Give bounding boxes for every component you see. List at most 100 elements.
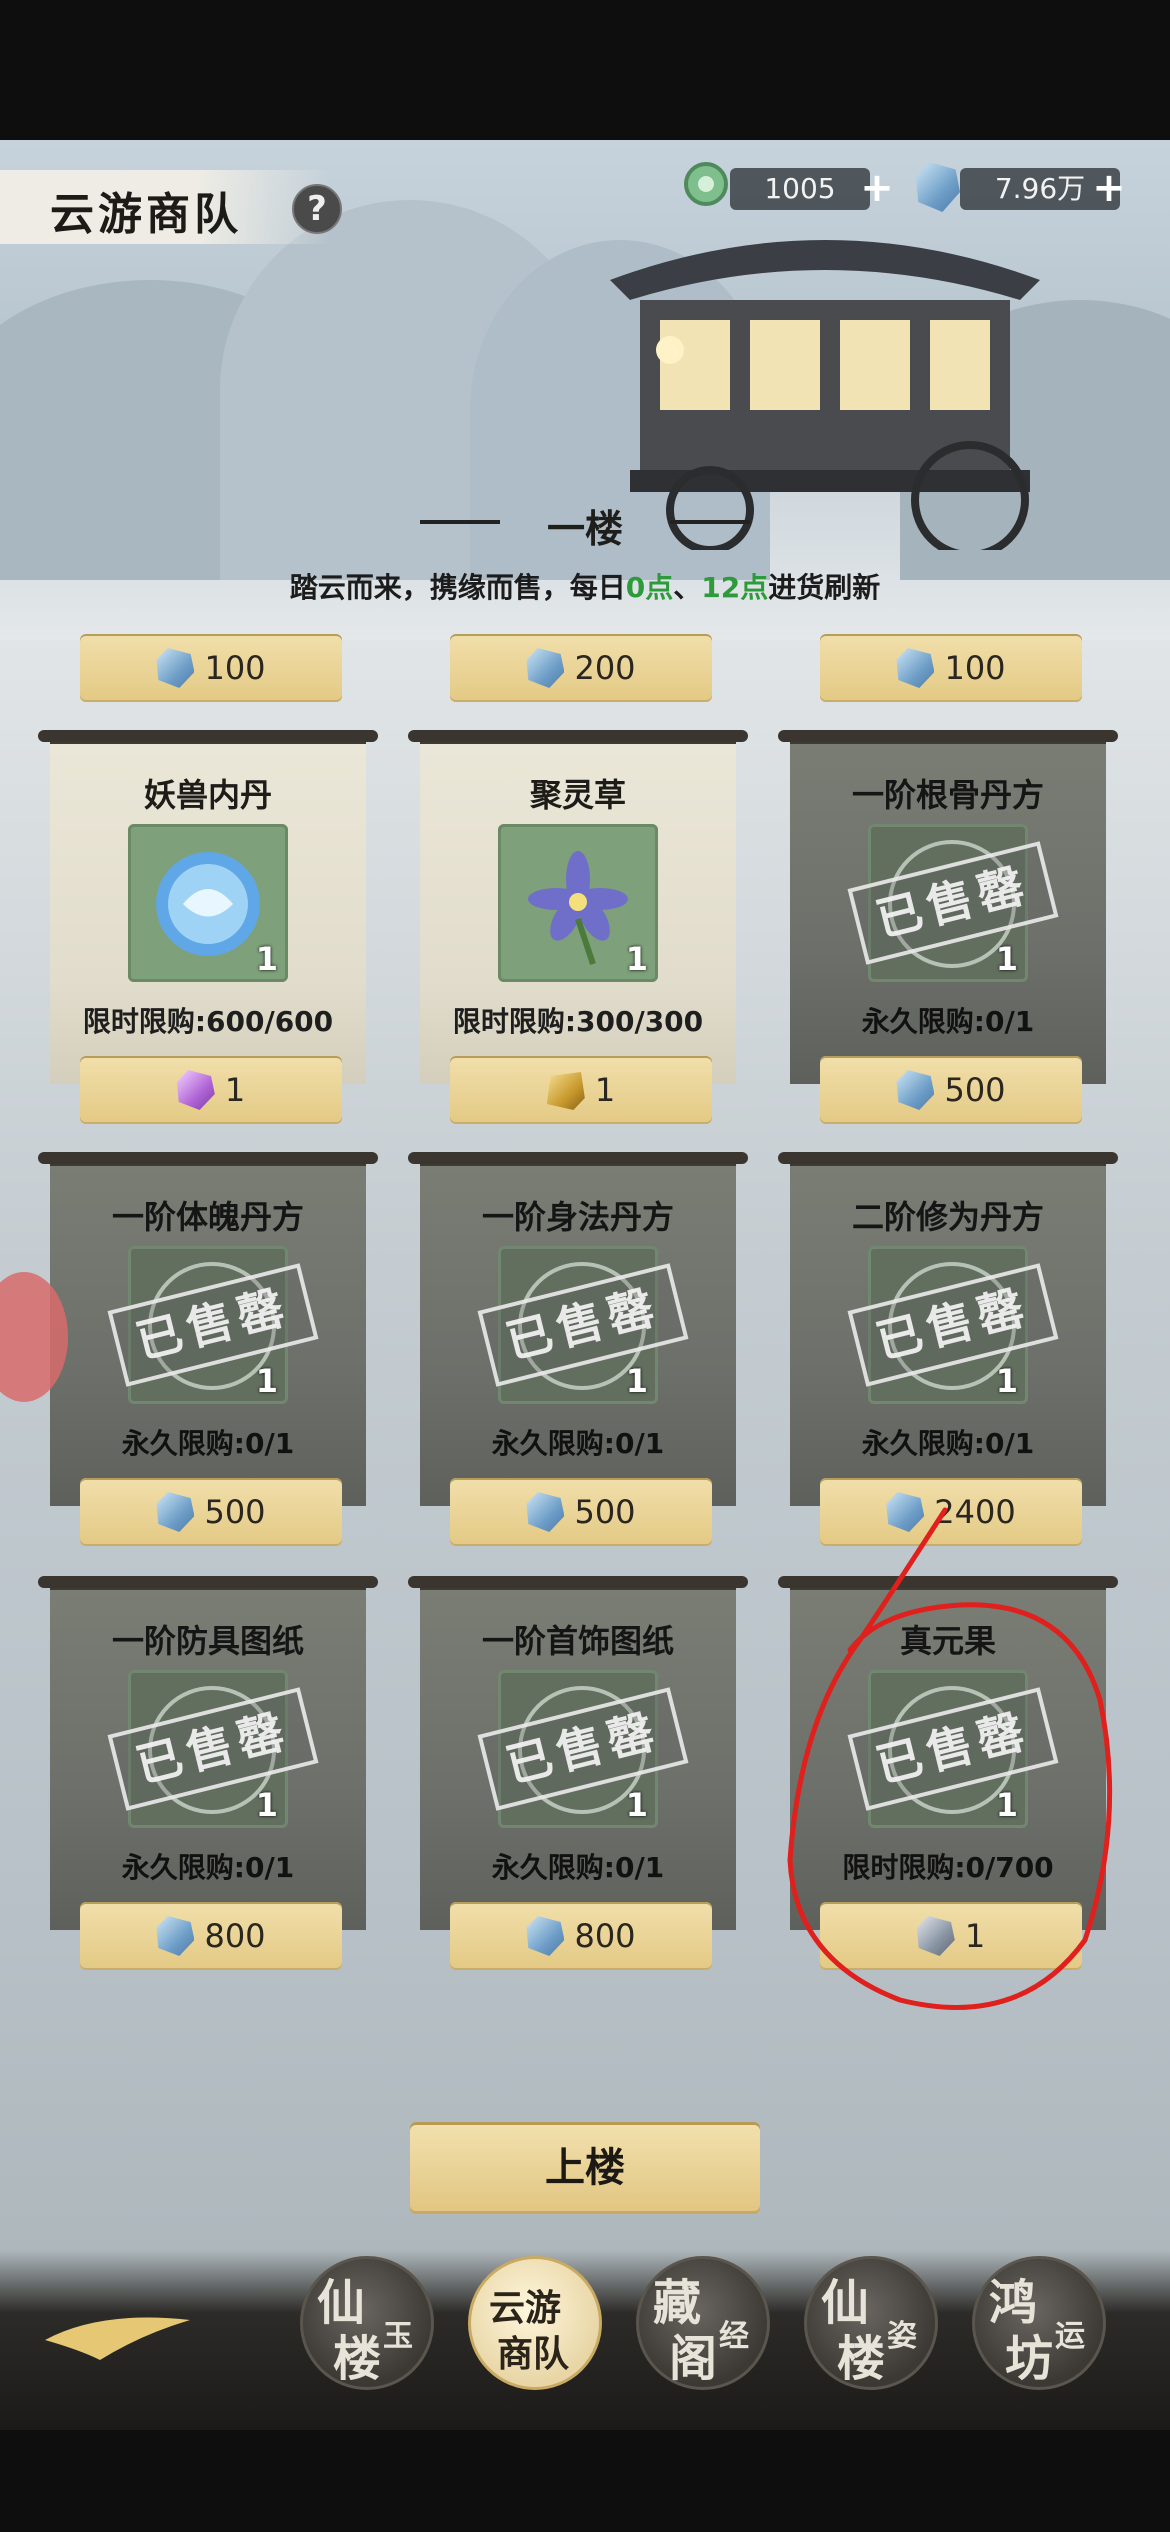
refresh-info: 踏云而来，携缘而售，每日0点、12点进货刷新: [289, 571, 881, 604]
nav-tab-label: 运: [1055, 2319, 1085, 2354]
price-value: 1: [964, 1917, 986, 1955]
buy-button[interactable]: 500: [450, 1478, 712, 1546]
jade-token-count: 1005: [730, 168, 870, 210]
item-icon[interactable]: 1: [498, 824, 658, 982]
purchase-limit: 永久限购:0/1: [861, 1427, 1035, 1460]
shop-item-card[interactable]: 一阶首饰图纸 1 已售罄 永久限购:0/1: [408, 1576, 748, 1930]
price-value: 2400: [934, 1493, 1016, 1531]
item-name: 一阶首饰图纸: [481, 1622, 674, 1660]
purchase-limit: 永久限购:0/1: [861, 1005, 1035, 1038]
page-title: 云游商队: [50, 189, 242, 240]
price-value: 800: [204, 1917, 266, 1955]
spirit-stone-icon: [526, 1492, 565, 1532]
gold-ingot-icon: [546, 1072, 585, 1110]
item-name: 聚灵草: [529, 776, 626, 814]
shop-item-card[interactable]: 一阶体魄丹方 1 已售罄 永久限购:0/1: [38, 1152, 378, 1506]
buy-button[interactable]: 500: [80, 1478, 342, 1546]
item-name: 一阶根骨丹方: [851, 776, 1044, 814]
price-value: 500: [204, 1493, 266, 1531]
shop-item-card[interactable]: 一阶身法丹方 1 已售罄 永久限购:0/1: [408, 1152, 748, 1506]
nav-tab-label: 姿: [887, 2319, 917, 2354]
purchase-limit: 限时限购:600/600: [82, 1005, 334, 1038]
purchase-limit: 永久限购:0/1: [491, 1427, 665, 1460]
nav-tab-label: 坊: [1005, 2331, 1054, 2387]
purchase-limit: 限时限购:300/300: [452, 1005, 704, 1038]
shop-item-card[interactable]: 真元果 1 已售罄 限时限购:0/700: [778, 1576, 1118, 1930]
scroll-rod: [408, 730, 748, 742]
price-value: 800: [574, 1917, 636, 1955]
item-name: 真元果: [899, 1622, 996, 1660]
scroll-rod: [38, 1152, 378, 1164]
go-upstairs-button[interactable]: 上楼: [410, 2122, 760, 2214]
price-value: 500: [574, 1493, 636, 1531]
purchase-limit: 永久限购:0/1: [491, 1851, 665, 1884]
item-icon[interactable]: 1: [128, 824, 288, 982]
bottom-frame: [0, 2430, 1170, 2532]
purchase-limit: 永久限购:0/1: [121, 1851, 295, 1884]
scroll-rod: [778, 1152, 1118, 1164]
item-name: 一阶防具图纸: [111, 1622, 304, 1660]
item-count: 1: [255, 940, 278, 978]
buy-button[interactable]: 2400: [820, 1478, 1082, 1546]
scroll-rod: [38, 1576, 378, 1588]
add-jade-token-button[interactable]: +: [858, 168, 896, 208]
buy-button[interactable]: 1: [450, 1056, 712, 1124]
nav-tab-label: 商队: [497, 2333, 570, 2375]
nav-tab-label: 玉: [383, 2319, 413, 2354]
spirit-stone-icon: [156, 648, 195, 688]
buy-button[interactable]: 800: [450, 1902, 712, 1970]
purchase-limit: 限时限购:0/700: [842, 1851, 1054, 1884]
shop-item-card[interactable]: 一阶防具图纸 1 已售罄 永久限购:0/1: [38, 1576, 378, 1930]
floor-title: 一楼: [546, 506, 623, 551]
buy-button[interactable]: 500: [820, 1056, 1082, 1124]
nav-tab[interactable]: 仙楼玉: [300, 2256, 434, 2390]
top-frame: [0, 0, 1170, 140]
jade-token-icon: [684, 162, 728, 206]
item-name: 二阶修为丹方: [851, 1198, 1044, 1236]
spirit-stone-icon: [526, 1916, 565, 1956]
silver-ore-icon: [916, 1916, 955, 1956]
item-name: 妖兽内丹: [143, 776, 272, 814]
nav-tab-label: 云游: [489, 2287, 562, 2329]
buy-button[interactable]: 1: [820, 1902, 1082, 1970]
spirit-stone-icon: [896, 1070, 935, 1110]
price-value: 500: [944, 1071, 1006, 1109]
nav-tab-label: 楼: [333, 2331, 382, 2387]
nav-tab[interactable]: 鸿坊运: [972, 2256, 1106, 2390]
brush-stroke-icon: [45, 2317, 190, 2360]
scroll-rod: [778, 1576, 1118, 1588]
buy-button[interactable]: 800: [80, 1902, 342, 1970]
buy-button[interactable]: 1: [80, 1056, 342, 1124]
spirit-stone-icon: [526, 648, 565, 688]
spirit-stone-icon: [896, 648, 935, 688]
nav-tab-label: 楼: [837, 2331, 886, 2387]
spirit-stone-icon: [156, 1492, 195, 1532]
item-name: 一阶身法丹方: [481, 1198, 674, 1236]
nav-tab-label: 经: [719, 2319, 749, 2354]
nav-tab[interactable]: 藏阁经: [636, 2256, 770, 2390]
shop-item-card[interactable]: 一阶根骨丹方 1 已售罄 永久限购:0/1: [778, 730, 1118, 1084]
add-spirit-stone-button[interactable]: +: [1090, 168, 1128, 208]
scroll-rod: [778, 730, 1118, 742]
purchase-limit: 永久限购:0/1: [121, 1427, 295, 1460]
shop-item-card[interactable]: 聚灵草 1 限时限购:300/300: [408, 730, 748, 1084]
price-value: 1: [594, 1071, 616, 1109]
nav-tab[interactable]: 仙楼姿: [804, 2256, 938, 2390]
nav-tab[interactable]: 云游 商队: [468, 2256, 602, 2390]
item-count: 1: [625, 940, 648, 978]
shop-item-card[interactable]: 妖兽内丹 1 限时限购:600/600: [38, 730, 378, 1084]
price-value: 1: [224, 1071, 246, 1109]
spirit-stone-icon: [886, 1492, 925, 1532]
buy-button[interactable]: 100: [820, 634, 1082, 702]
help-button[interactable]: ?: [292, 184, 342, 234]
scroll-rod: [38, 730, 378, 742]
item-name: 一阶体魄丹方: [111, 1198, 304, 1236]
buy-button[interactable]: 100: [80, 634, 342, 702]
spirit-stone-icon: [156, 1916, 195, 1956]
scroll-rod: [408, 1576, 748, 1588]
buy-button[interactable]: 200: [450, 634, 712, 702]
nav-tab-label: 阁: [669, 2331, 718, 2387]
shop-item-card[interactable]: 二阶修为丹方 1 已售罄 永久限购:0/1: [778, 1152, 1118, 1506]
purple-crystal-icon: [176, 1070, 215, 1110]
scroll-rod: [408, 1152, 748, 1164]
